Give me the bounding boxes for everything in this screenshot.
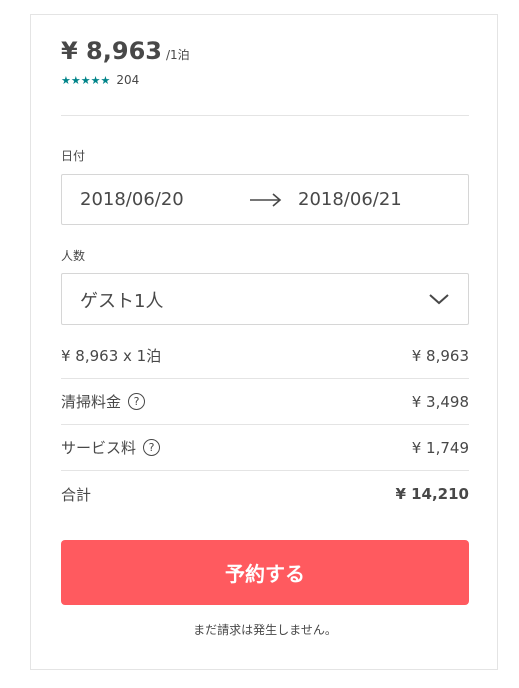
price-breakdown: ¥ 8,963 x 1泊 ¥ 8,963 清掃料金 ? ¥ 3,498 サービス… — [61, 333, 469, 517]
row-value: ¥ 14,210 — [395, 485, 469, 503]
help-icon[interactable]: ? — [143, 439, 161, 456]
date-range-picker[interactable]: 2018/06/20 2018/06/21 — [61, 174, 469, 225]
row-value: ¥ 8,963 — [411, 346, 469, 365]
total-row: 合計 ¥ 14,210 — [61, 471, 469, 517]
star-icon: ★★★★★ — [61, 73, 111, 87]
guests-label: 人数 — [61, 249, 86, 263]
row-label: ¥ 8,963 x 1泊 — [61, 347, 162, 365]
chevron-down-icon — [429, 294, 449, 305]
dates-label: 日付 — [61, 149, 86, 163]
no-charge-note: まだ請求は発生しません。 — [193, 623, 337, 637]
reserve-button[interactable]: 予約する — [61, 540, 469, 605]
checkin-date[interactable]: 2018/06/20 — [80, 189, 184, 210]
rating[interactable]: ★★★★★ 204 — [61, 73, 469, 87]
arrow-right-icon — [250, 193, 282, 207]
row-value: ¥ 1,749 — [411, 438, 469, 457]
guest-select[interactable]: ゲスト1人 — [61, 273, 469, 325]
divider — [61, 115, 469, 116]
nightly-subtotal-row: ¥ 8,963 x 1泊 ¥ 8,963 — [61, 333, 469, 379]
review-count: 204 — [116, 73, 140, 87]
row-label: サービス料 — [61, 439, 137, 457]
guest-select-value: ゲスト1人 — [80, 291, 164, 312]
row-label: 合計 — [61, 485, 92, 504]
checkout-date[interactable]: 2018/06/21 — [298, 189, 402, 210]
service-fee-row: サービス料 ? ¥ 1,749 — [61, 425, 469, 471]
row-label-wrap: サービス料 ? — [61, 437, 161, 458]
cleaning-fee-row: 清掃料金 ? ¥ 3,498 — [61, 379, 469, 425]
help-icon[interactable]: ? — [128, 393, 146, 410]
nightly-price: ¥ 8,963 — [61, 37, 162, 65]
row-label: 清掃料金 — [61, 393, 122, 411]
booking-card: ¥ 8,963 /1泊 ★★★★★ 204 日付 2018/06/20 2018… — [30, 14, 498, 670]
row-value: ¥ 3,498 — [411, 392, 469, 411]
row-label-wrap: 清掃料金 ? — [61, 391, 146, 412]
per-night-label: /1泊 — [165, 48, 190, 62]
price-header: ¥ 8,963 /1泊 — [61, 37, 469, 65]
